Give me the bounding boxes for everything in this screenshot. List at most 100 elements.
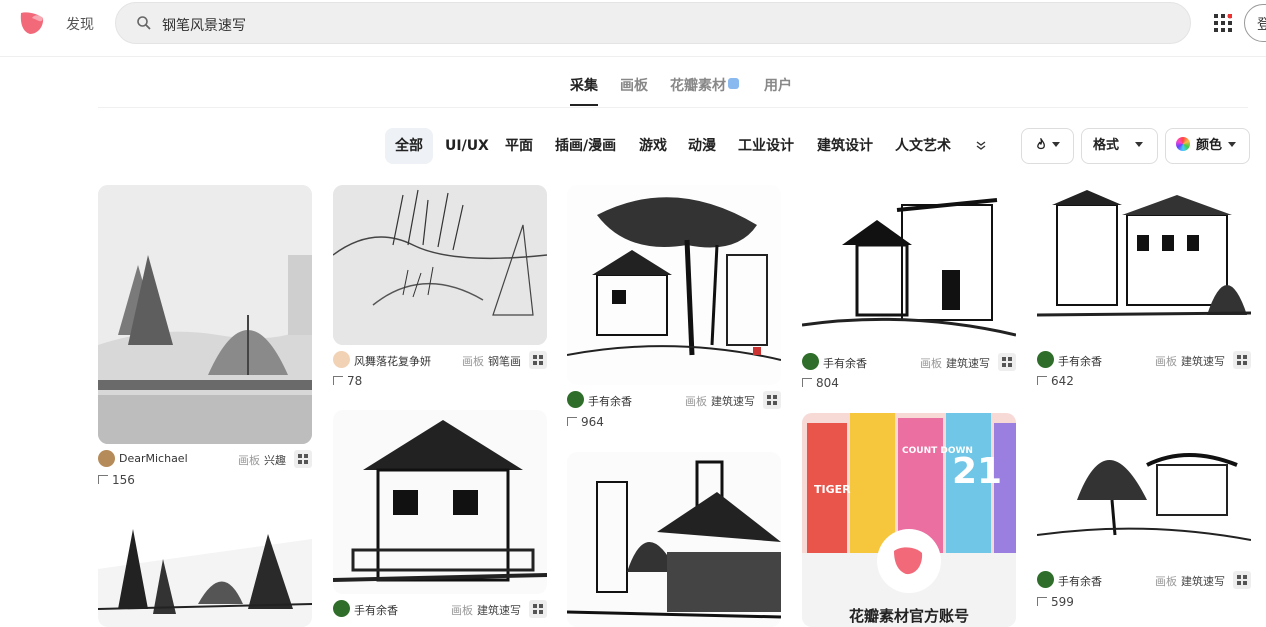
pin-image[interactable] [1037,410,1251,565]
pin-image[interactable] [1037,185,1251,345]
tab-users[interactable]: 用户 [764,75,792,95]
expand-more-icon[interactable] [976,141,986,151]
board-grid-icon[interactable] [529,351,547,369]
board-link[interactable]: 画板 建筑速写 [1155,573,1225,589]
board-grid-icon[interactable] [1233,351,1251,369]
avatar[interactable] [1037,351,1054,368]
color-dropdown[interactable]: 颜色 [1165,128,1250,164]
tab-label: 花瓣素材 [670,78,726,94]
fire-icon [1037,136,1045,150]
tab-pins[interactable]: 采集 [570,75,598,106]
category-industrial[interactable]: 工业设计 [738,128,794,164]
mansion-sketch [1037,185,1251,345]
old-building-sketch [802,185,1016,346]
snow-landscape-sketch [98,185,312,444]
category-anime[interactable]: 动漫 [688,128,716,164]
hot-sort-dropdown[interactable] [1021,128,1074,164]
ad-title[interactable]: 花瓣素材官方账号 [802,605,1016,626]
format-dropdown[interactable]: 格式 [1081,128,1158,164]
login-button[interactable]: 登 [1244,4,1266,42]
board-name: 建筑速写 [477,604,521,617]
user-name[interactable]: DearMichael [119,452,188,465]
poster-tiger-text: TIGER [814,483,851,496]
pin-image[interactable] [567,185,781,385]
category-illustration[interactable]: 插画/漫画 [555,128,616,164]
category-uiux[interactable]: UI/UX [445,128,489,164]
user-name[interactable]: 手有余香 [1058,353,1102,369]
pin-meta: 手有余香 画板 建筑速写 [802,353,1016,373]
avatar[interactable] [333,600,350,617]
board-grid-icon[interactable] [763,391,781,409]
user-name[interactable]: 风舞落花复争妍 [354,353,431,369]
repin-count-value: 156 [112,473,135,487]
pin-card[interactable]: 手有余香 画板 建筑速写 964 [567,185,781,435]
pin-image[interactable] [333,185,547,345]
pin-meta: 手有余香 画板 建筑速写 [333,600,547,620]
board-link[interactable]: 画板 建筑速写 [685,393,755,409]
pin-card[interactable] [98,509,312,627]
avatar[interactable] [1037,571,1054,588]
board-grid-icon[interactable] [998,353,1016,371]
board-link[interactable]: 画板 建筑速写 [920,355,990,371]
pin-image[interactable] [333,410,547,594]
pin-card[interactable] [567,452,781,627]
pin-card[interactable]: 手有余香 画板 建筑速写 642 [1037,185,1251,395]
top-bar: 发现 钢笔风景速写 登 [0,0,1266,57]
board-grid-icon[interactable] [529,600,547,618]
user-name[interactable]: 手有余香 [354,602,398,618]
church-sketch [567,452,781,627]
board-grid-icon[interactable] [1233,571,1251,589]
category-architecture[interactable]: 建筑设计 [817,128,873,164]
pin-image[interactable] [98,509,312,627]
avatar[interactable] [567,391,584,408]
repin-icon [802,378,812,387]
repin-count: 804 [802,376,839,390]
pin-card[interactable]: 风舞落花复争妍 画板 钢笔画 78 [333,185,547,393]
tab-materials[interactable]: 花瓣素材 [670,75,739,95]
board-name: 建筑速写 [1181,575,1225,588]
category-humanities[interactable]: 人文艺术 [895,128,951,164]
avatar[interactable] [98,450,115,467]
pavilion-sketch [1037,410,1251,565]
board-name: 建筑速写 [711,395,755,408]
pin-card[interactable]: 手有余香 画板 建筑速写 599 [1037,410,1251,610]
board-name: 兴趣 [264,454,286,467]
house-sketch [333,410,547,594]
pin-card[interactable]: 手有余香 画板 建筑速写 [333,410,547,627]
pin-image[interactable] [567,452,781,627]
pin-image[interactable] [98,185,312,444]
repin-count-value: 78 [347,374,363,388]
pin-image[interactable] [802,185,1016,346]
caret-down-icon [1228,142,1237,147]
repin-count: 964 [567,415,604,429]
pin-card[interactable]: 手有余香 画板 建筑速写 804 [802,185,1016,400]
avatar[interactable] [333,351,350,368]
ad-card[interactable]: TIGER COUNT DOWN 21 花瓣素材官方账号 [802,413,1016,627]
pin-meta: 手有余香 画板 建筑速写 [1037,571,1251,591]
ad-image[interactable]: TIGER COUNT DOWN 21 [802,413,1016,627]
user-name[interactable]: 手有余香 [823,355,867,371]
category-graphic[interactable]: 平面 [505,128,533,164]
board-link[interactable]: 画板 建筑速写 [1155,353,1225,369]
board-link[interactable]: 画板 建筑速写 [451,602,521,618]
apps-grid-icon[interactable] [1214,14,1232,32]
pin-card[interactable]: DearMichael 画板 兴趣 156 [98,185,312,490]
tab-boards[interactable]: 画板 [620,75,648,95]
huaban-logo-icon[interactable] [18,10,46,36]
repin-count: 78 [333,374,362,388]
board-link[interactable]: 画板 钢笔画 [462,353,521,369]
user-name[interactable]: 手有余香 [1058,573,1102,589]
avatar[interactable] [802,353,819,370]
forest-sketch [98,529,312,627]
discover-link[interactable]: 发现 [66,14,94,34]
category-all[interactable]: 全部 [385,128,433,164]
repin-count: 642 [1037,374,1074,388]
search-icon [137,16,151,30]
user-name[interactable]: 手有余香 [588,393,632,409]
category-game[interactable]: 游戏 [639,128,667,164]
search-input[interactable]: 钢笔风景速写 [115,2,1191,44]
board-link[interactable]: 画板 兴趣 [238,452,286,468]
tab-label: 用户 [764,78,792,94]
board-grid-icon[interactable] [294,450,312,468]
poster-collage: TIGER COUNT DOWN 21 [802,413,1016,627]
